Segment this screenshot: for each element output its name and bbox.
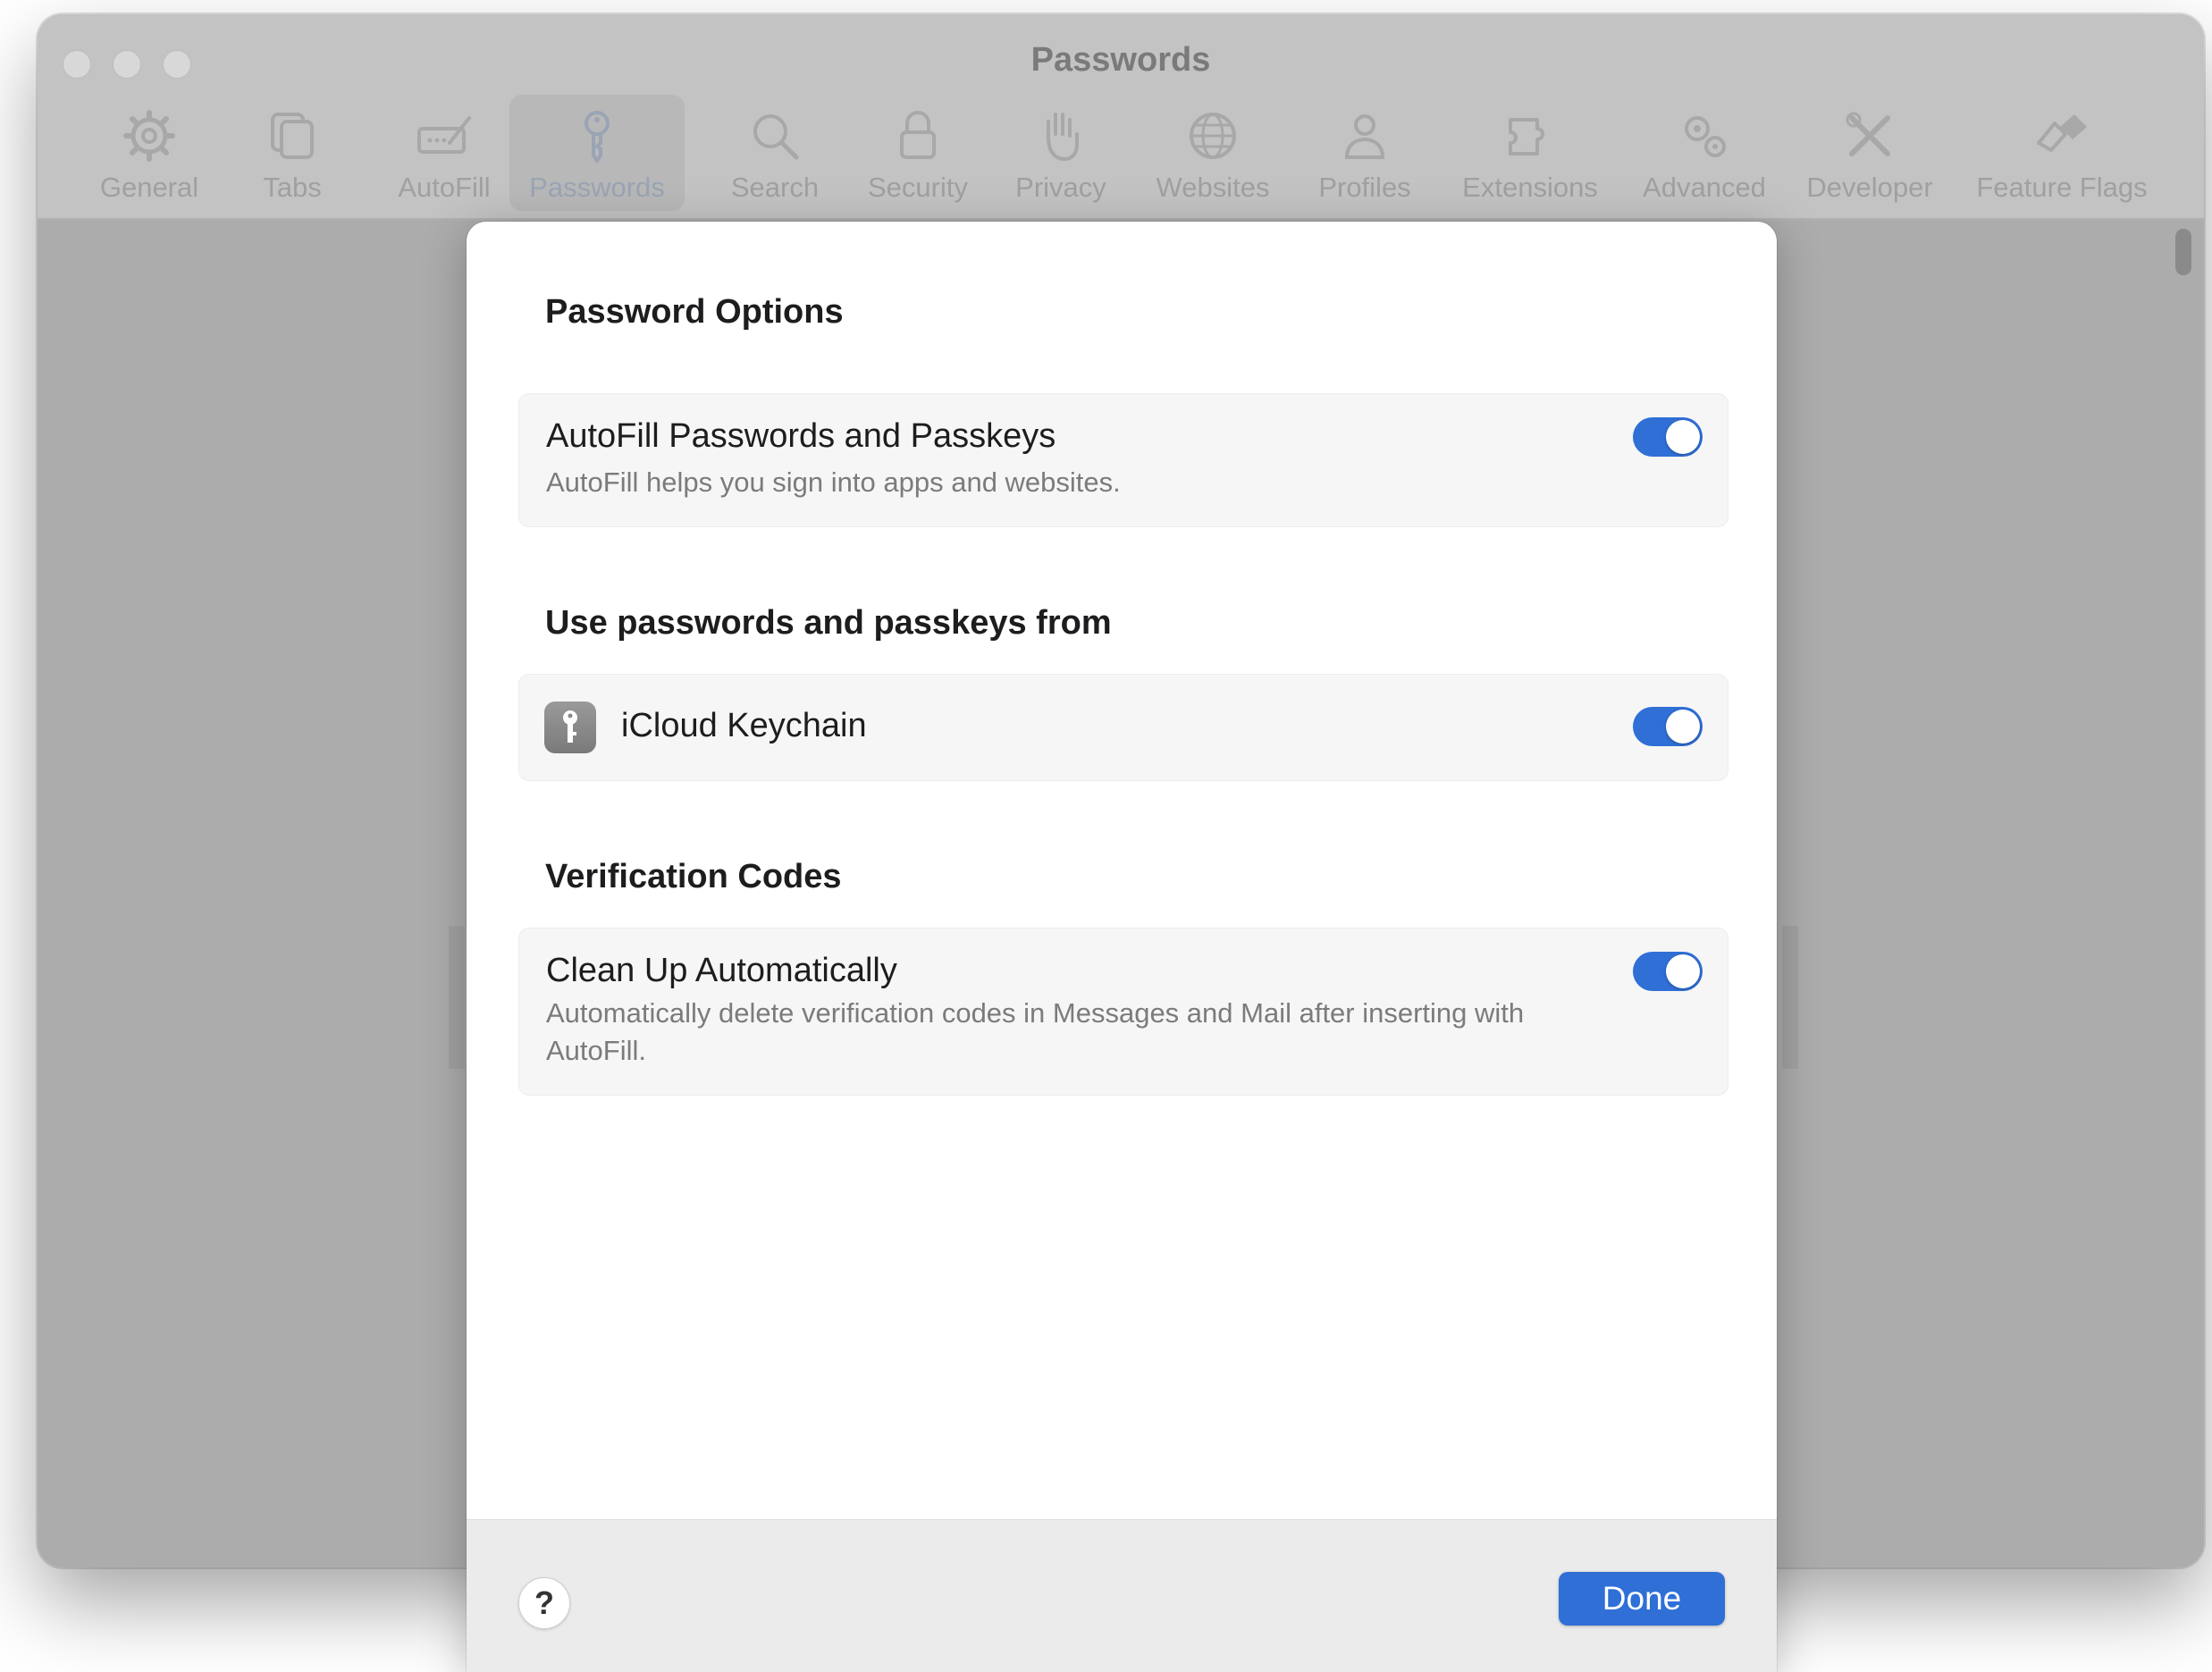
- hand-icon: [1047, 113, 1079, 162]
- settings-group-keychain: iCloud Keychain: [518, 674, 1728, 781]
- tab-label: Feature Flags: [1976, 172, 2148, 203]
- clean-up-automatically-toggle[interactable]: [1633, 952, 1703, 991]
- tab-label: AutoFill: [398, 172, 491, 203]
- tab-label: Passwords: [529, 172, 665, 203]
- tab-websites[interactable]: Websites: [1137, 95, 1289, 211]
- clean-up-row-description: Automatically delete verification codes …: [546, 997, 1525, 1066]
- help-button[interactable]: ?: [518, 1577, 570, 1629]
- flags-icon: [2037, 114, 2087, 152]
- tab-label: Search: [730, 172, 820, 203]
- tab-privacy[interactable]: Privacy: [994, 95, 1128, 211]
- toggle-knob: [1666, 420, 1700, 454]
- tab-tabs[interactable]: Tabs: [243, 95, 341, 211]
- settings-toolbar: General Tabs AutoFill Passwords Search S…: [38, 95, 2204, 211]
- tab-label: Extensions: [1462, 172, 1598, 203]
- key-icon: [585, 111, 610, 163]
- tab-label: Privacy: [1015, 172, 1106, 203]
- autofill-icon: [417, 116, 471, 154]
- lock-icon: [900, 111, 936, 159]
- tab-security[interactable]: Security: [851, 95, 985, 211]
- tab-passwords[interactable]: Passwords: [509, 95, 685, 211]
- section-title-password-options: Password Options: [545, 293, 844, 331]
- tab-profiles[interactable]: Profiles: [1298, 95, 1432, 211]
- tab-label: Advanced: [1643, 172, 1766, 203]
- tab-label: Tabs: [263, 172, 322, 203]
- gears-icon: [1685, 116, 1726, 157]
- window-titlebar: Passwords General Tabs AutoFill Password…: [38, 14, 2204, 220]
- window-title: Passwords: [1030, 41, 1211, 79]
- section-title-verification-codes: Verification Codes: [545, 858, 842, 895]
- icloud-keychain-toggle[interactable]: [1633, 707, 1703, 746]
- keychain-icon: [544, 702, 596, 753]
- autofill-passwords-toggle[interactable]: [1633, 417, 1703, 457]
- tab-developer[interactable]: Developer: [1789, 95, 1950, 211]
- tab-search[interactable]: Search: [708, 95, 842, 211]
- done-button[interactable]: Done: [1559, 1572, 1725, 1626]
- tab-feature-flags[interactable]: Feature Flags: [1959, 95, 2165, 211]
- window-divider: [449, 926, 465, 1069]
- tab-label: Websites: [1156, 172, 1270, 203]
- gear-icon: [123, 110, 175, 162]
- autofill-row-title: AutoFill Passwords and Passkeys: [546, 417, 1056, 455]
- key-icon: [563, 710, 577, 743]
- section-title-use-passwords-from: Use passwords and passkeys from: [545, 604, 1112, 642]
- tools-icon: [1846, 112, 1890, 156]
- toggle-knob: [1666, 954, 1700, 988]
- search-icon: [753, 114, 799, 160]
- puzzle-icon: [1509, 118, 1544, 155]
- window-divider: [1782, 926, 1798, 1069]
- tab-label: General: [99, 172, 199, 203]
- globe-icon: [1190, 113, 1236, 159]
- scrollbar-thumb[interactable]: [2175, 229, 2191, 275]
- tab-autofill[interactable]: AutoFill: [377, 95, 511, 211]
- clean-up-row-title: Clean Up Automatically: [546, 952, 897, 989]
- icloud-keychain-label: iCloud Keychain: [621, 707, 867, 744]
- person-icon: [1344, 114, 1385, 159]
- tabs-icon: [271, 113, 314, 159]
- tab-label: Security: [868, 172, 968, 203]
- tab-general[interactable]: General: [82, 95, 216, 211]
- tab-extensions[interactable]: Extensions: [1445, 95, 1615, 211]
- sheet-footer: ? Done: [467, 1519, 1777, 1672]
- tab-label: Developer: [1806, 172, 1933, 203]
- settings-group-verification: Clean Up Automatically Automatically del…: [518, 928, 1728, 1096]
- tab-advanced[interactable]: Advanced: [1624, 95, 1785, 211]
- autofill-row-description: AutoFill helps you sign into apps and we…: [546, 466, 1121, 498]
- tab-label: Profiles: [1318, 172, 1411, 203]
- settings-group-autofill: AutoFill Passwords and Passkeys AutoFill…: [518, 393, 1728, 527]
- password-options-sheet: Password Options AutoFill Passwords and …: [467, 222, 1777, 1672]
- screen: Passwords General Tabs AutoFill Password…: [0, 0, 2212, 1672]
- toggle-knob: [1666, 710, 1700, 744]
